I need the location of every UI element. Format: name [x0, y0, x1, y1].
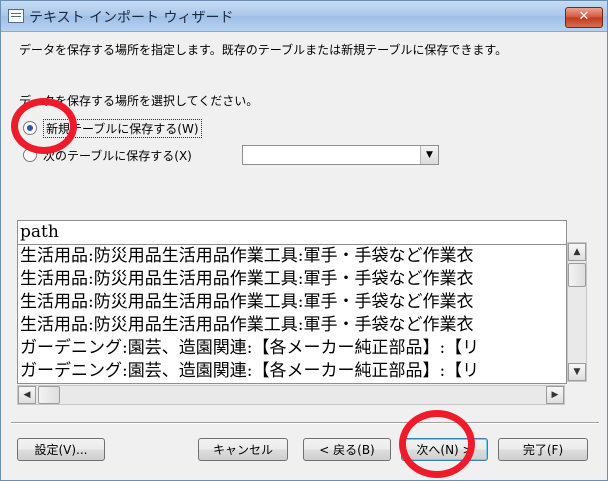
- horizontal-scroll-thumb[interactable]: [38, 386, 60, 404]
- preview-header: path: [18, 221, 566, 245]
- radio-existing-table[interactable]: [23, 148, 37, 162]
- title-bar[interactable]: テキスト インポート ウィザード ✕: [1, 1, 607, 32]
- preview-row: ガーデニング:園芸、造園関連:【各メーカー純正部品】:【リ: [20, 338, 480, 358]
- new-table-option[interactable]: 新規テーブルに保存する(W): [23, 118, 202, 138]
- data-preview: path 生活用品:防災用品生活用品作業工具:軍手・手袋など作業衣 生活用品:防…: [17, 220, 567, 384]
- back-button[interactable]: < 戻る(B): [303, 438, 391, 461]
- close-button[interactable]: ✕: [565, 7, 603, 28]
- vertical-scrollbar[interactable]: ▲ ▼: [567, 242, 587, 382]
- cancel-button[interactable]: キャンセル: [198, 438, 288, 461]
- scroll-left-icon[interactable]: ◀: [18, 386, 36, 404]
- scroll-down-icon[interactable]: ▼: [568, 363, 586, 381]
- preview-row: 生活用品:防災用品生活用品作業工具:軍手・手袋など作業衣: [20, 292, 474, 312]
- table-select-combo[interactable]: ▼: [242, 145, 439, 165]
- chevron-down-icon[interactable]: ▼: [420, 146, 438, 164]
- table-icon: [8, 9, 24, 23]
- new-table-label: 新規テーブルに保存する(W): [43, 118, 202, 138]
- prompt-text: データを保存する場所を選択してください。: [19, 94, 259, 108]
- finish-button[interactable]: 完了(F): [498, 438, 588, 461]
- window-title: テキスト インポート ウィザード: [29, 10, 234, 26]
- preview-row: 生活用品:防災用品生活用品作業工具:軍手・手袋など作業衣: [20, 269, 474, 289]
- horizontal-scrollbar[interactable]: ◀ ▶: [17, 385, 565, 405]
- description-text: データを保存する場所を指定します。既存のテーブルまたは新規テーブルに保存できます…: [19, 43, 508, 57]
- vertical-scroll-thumb[interactable]: [568, 263, 586, 287]
- settings-button[interactable]: 設定(V)...: [17, 438, 105, 461]
- preview-row: ガーデニング:園芸、造園関連:【各メーカー純正部品】:【リ: [20, 361, 480, 381]
- preview-row: 生活用品:防災用品生活用品作業工具:軍手・手袋など作業衣: [20, 246, 474, 266]
- import-wizard-window: テキスト インポート ウィザード ✕ データを保存する場所を指定します。既存のテ…: [0, 0, 608, 481]
- existing-table-label: 次のテーブルに保存する(X): [43, 148, 192, 163]
- existing-table-option[interactable]: 次のテーブルに保存する(X): [23, 145, 192, 165]
- radio-new-table[interactable]: [23, 121, 37, 135]
- preview-row: 生活用品:防災用品生活用品作業工具:軍手・手袋など作業衣: [20, 315, 474, 335]
- scroll-up-icon[interactable]: ▲: [568, 243, 586, 261]
- next-button[interactable]: 次へ(N) >: [401, 438, 488, 461]
- divider: [11, 422, 599, 424]
- scroll-right-icon[interactable]: ▶: [546, 386, 564, 404]
